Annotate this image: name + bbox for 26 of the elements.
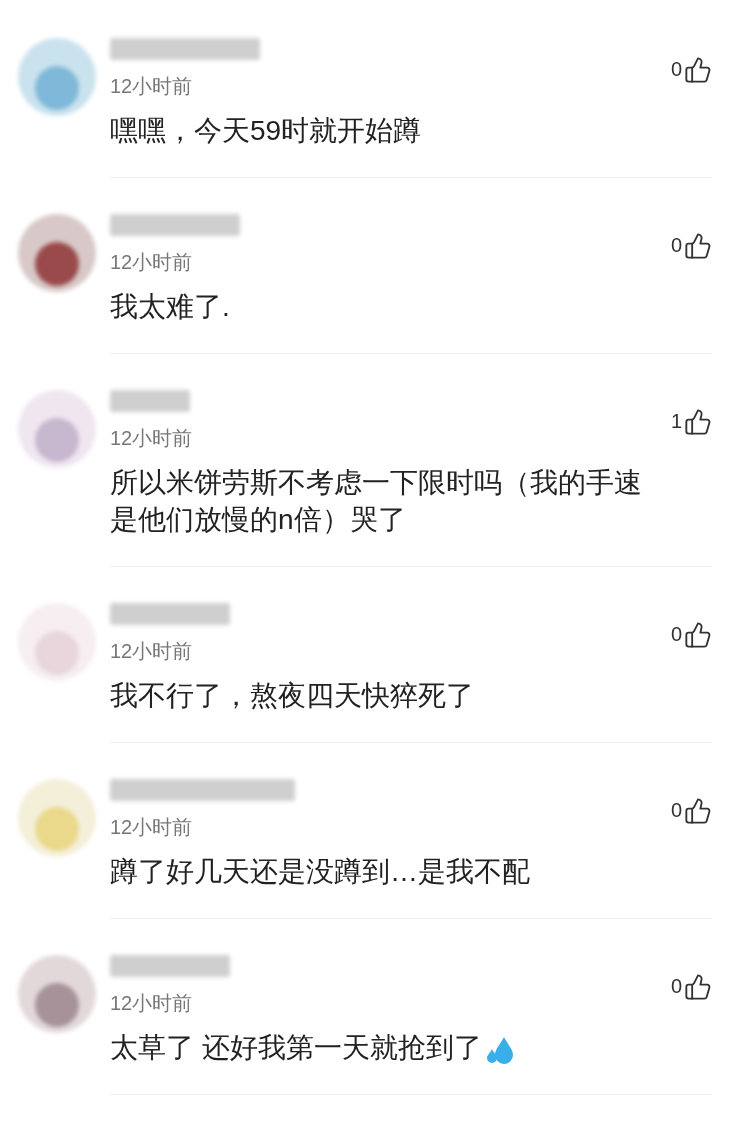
like-button[interactable]: 0	[670, 971, 712, 1001]
thumbs-up-icon	[684, 408, 712, 436]
avatar[interactable]	[18, 955, 96, 1033]
thumbs-up-icon	[684, 56, 712, 84]
comment-time: 12小时前	[110, 639, 194, 664]
like-button[interactable]: 0	[670, 619, 712, 649]
comment-time: 12小时前	[110, 991, 194, 1016]
comment-text: 所以米饼劳斯不考虑一下限时吗（我的手速是他们放慢的n倍）哭了	[110, 467, 642, 535]
thumbs-up-icon	[684, 797, 712, 825]
like-button[interactable]: 0	[670, 54, 712, 84]
comment-time: 12小时前	[110, 74, 194, 99]
thumbs-up-icon	[684, 621, 712, 649]
comment-time: 12小时前	[110, 426, 193, 451]
thumbs-up-icon	[684, 973, 712, 1001]
like-button[interactable]: 0	[670, 795, 712, 825]
comment-time: 12小时前	[110, 250, 194, 275]
like-button[interactable]: 1	[670, 406, 712, 436]
comment-text: 我不行了，熬夜四天快猝死了	[110, 680, 474, 711]
like-button[interactable]: 0	[670, 230, 712, 260]
comment-text: 太草了 还好我第一天就抢到了	[110, 1032, 482, 1063]
comment-text: 我太难了.	[110, 291, 230, 322]
comment-time: 12小时前	[110, 815, 194, 840]
comment-text: 蹲了好几天还是没蹲到…是我不配	[110, 856, 530, 887]
avatar[interactable]	[18, 214, 96, 292]
comment-text: 嘿嘿，今天59时就开始蹲	[110, 115, 422, 146]
thumbs-up-icon	[684, 232, 712, 260]
